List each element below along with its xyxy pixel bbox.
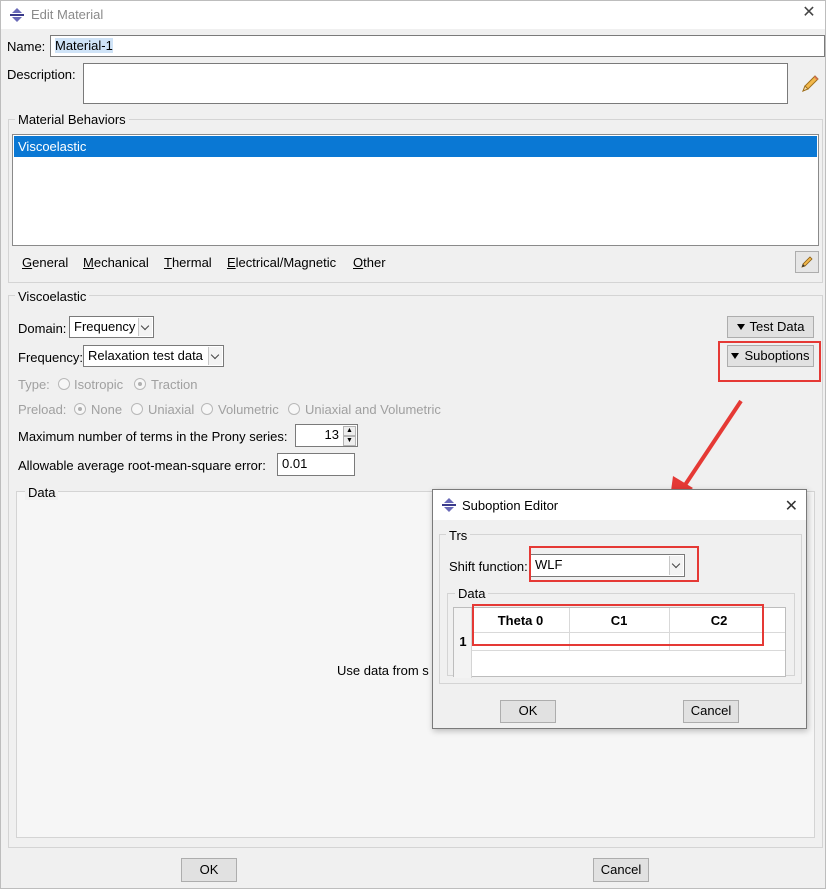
row-divider (472, 650, 785, 651)
sub-data-title: Data (455, 586, 489, 601)
window-title: Edit Material (31, 7, 104, 22)
description-label: Description: (7, 67, 76, 82)
suboptions-highlight (718, 341, 821, 382)
close-icon[interactable]: ✕ (785, 496, 798, 516)
app-icon (10, 8, 24, 22)
preload-volumetric-radio[interactable] (201, 403, 213, 415)
shift-function-label: Shift function: (449, 559, 528, 574)
suboption-title: Suboption Editor (462, 498, 559, 513)
data-title: Data (25, 485, 59, 500)
shift-function-highlight (529, 546, 699, 582)
type-label: Type: (18, 377, 50, 392)
type-traction-radio[interactable] (134, 378, 146, 390)
rms-value: 0.01 (282, 456, 308, 471)
description-input[interactable] (83, 63, 788, 104)
name-label: Name: (7, 39, 46, 54)
frequency-select[interactable]: Relaxation test data (83, 345, 224, 367)
table-header-highlight (472, 604, 764, 646)
preload-uniaxial-volumetric-label: Uniaxial and Volumetric (305, 402, 441, 417)
close-icon[interactable]: ✕ (801, 5, 817, 21)
ok-button[interactable]: OK (181, 858, 237, 882)
prony-value: 13 (324, 427, 339, 442)
behavior-item-viscoelastic[interactable]: Viscoelastic (14, 136, 817, 157)
edit-behavior-button[interactable] (795, 251, 819, 273)
prony-terms-spinner[interactable]: 13 ▲ ▼ (295, 424, 358, 447)
preload-none-radio[interactable] (74, 403, 86, 415)
pencil-edit-icon[interactable] (799, 73, 821, 95)
preload-uniaxial-label: Uniaxial (148, 402, 195, 417)
type-isotropic-radio[interactable] (58, 378, 70, 390)
spin-up-icon[interactable]: ▲ (343, 426, 356, 436)
chevron-down-icon (208, 347, 222, 365)
behaviors-list[interactable]: Viscoelastic (12, 134, 819, 246)
domain-select[interactable]: Frequency (69, 316, 154, 338)
suboption-editor-dialog: Suboption Editor ✕ Trs Shift function: W… (432, 489, 807, 729)
title-bar: Edit Material ✕ (1, 1, 825, 29)
chevron-down-icon (138, 318, 152, 336)
preload-volumetric-label: Volumetric (218, 402, 279, 417)
frequency-value: Relaxation test data (88, 348, 203, 363)
name-value: Material-1 (55, 38, 113, 53)
row-header-1: 1 (459, 634, 467, 649)
sub-ok-button[interactable]: OK (500, 700, 556, 723)
type-isotropic-label: Isotropic (74, 377, 124, 392)
viscoelastic-title: Viscoelastic (15, 289, 90, 304)
rms-label: Allowable average root-mean-square error… (18, 458, 266, 473)
triangle-down-icon (736, 324, 745, 330)
app-icon (442, 498, 456, 512)
behavior-menu-bar: General Mechanical Thermal Electrical/Ma… (18, 255, 788, 277)
menu-other[interactable]: Other (353, 255, 386, 270)
test-data-button[interactable]: Test Data (727, 316, 814, 338)
spin-down-icon[interactable]: ▼ (343, 436, 356, 446)
preload-uniaxial-radio[interactable] (131, 403, 143, 415)
data-message: Use data from s (337, 663, 429, 678)
edit-material-window: Edit Material ✕ Name: Material-1 Descrip… (0, 0, 826, 889)
name-input[interactable]: Material-1 (50, 35, 825, 57)
material-behaviors-title: Material Behaviors (15, 112, 129, 127)
cancel-button[interactable]: Cancel (593, 858, 649, 882)
type-traction-label: Traction (151, 377, 198, 392)
menu-general[interactable]: General (22, 255, 68, 270)
preload-none-label: None (91, 402, 123, 417)
preload-uniaxial-volumetric-radio[interactable] (288, 403, 300, 415)
frequency-label: Frequency: (18, 350, 84, 365)
domain-label: Domain: (18, 321, 67, 336)
pencil-icon (801, 256, 813, 268)
rms-input[interactable]: 0.01 (277, 453, 355, 476)
domain-value: Frequency (74, 319, 136, 334)
sub-cancel-button[interactable]: Cancel (683, 700, 739, 723)
menu-thermal[interactable]: Thermal (164, 255, 212, 270)
preload-label: Preload: (18, 402, 67, 417)
suboption-title-bar: Suboption Editor ✕ (433, 490, 806, 520)
menu-electrical-magnetic[interactable]: Electrical/Magnetic (227, 255, 336, 270)
menu-mechanical[interactable]: Mechanical (83, 255, 149, 270)
trs-title: Trs (446, 528, 471, 543)
prony-label: Maximum number of terms in the Prony ser… (18, 429, 288, 444)
